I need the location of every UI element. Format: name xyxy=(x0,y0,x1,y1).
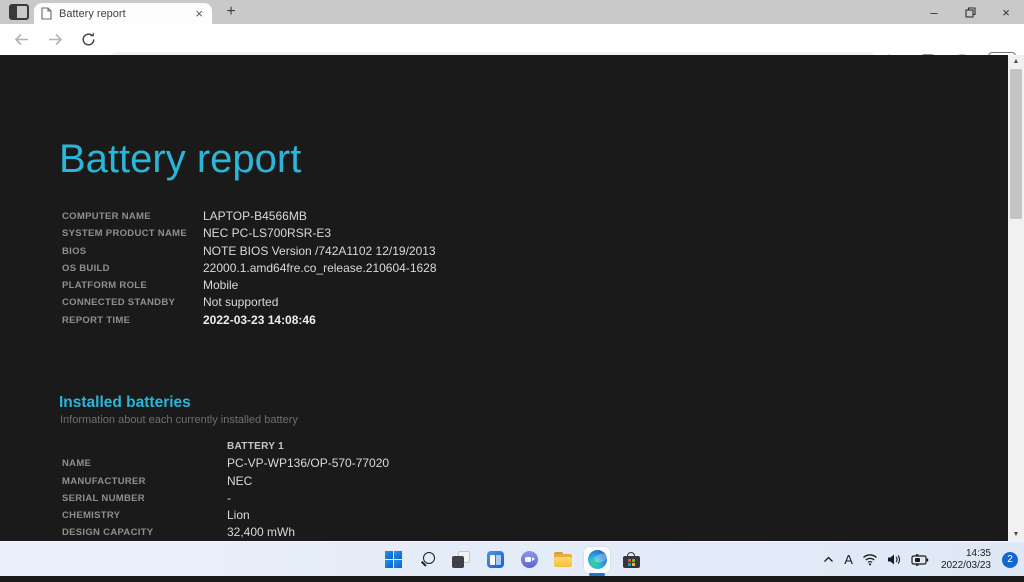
battery-value: - xyxy=(227,490,231,505)
scrollbar-thumb[interactable] xyxy=(1010,69,1022,219)
widgets-icon xyxy=(486,551,504,568)
installed-batteries-heading: Installed batteries xyxy=(59,394,191,411)
installed-batteries-subtitle: Information about each currently install… xyxy=(60,414,298,426)
file-explorer-icon xyxy=(554,552,572,567)
battery-value: NEC xyxy=(227,473,253,488)
tab-close-icon[interactable]: × xyxy=(193,6,205,21)
scroll-down-icon[interactable]: ▼ xyxy=(1008,531,1024,538)
browser-titlebar: Battery report × + – × xyxy=(0,0,1024,24)
start-button[interactable] xyxy=(380,547,406,573)
minimize-button[interactable]: – xyxy=(916,0,952,24)
file-explorer-button[interactable] xyxy=(550,547,576,573)
battery-value: 32,400 mWh xyxy=(227,525,296,540)
close-button[interactable]: × xyxy=(988,0,1024,24)
battery-report-page: Battery report COMPUTER NAME LAPTOP-B456… xyxy=(0,55,1008,580)
wifi-icon[interactable] xyxy=(862,553,878,566)
battery-label xyxy=(62,438,227,455)
ime-mode-indicator[interactable]: A xyxy=(844,552,853,567)
page-icon xyxy=(41,7,52,20)
notification-count-badge[interactable]: 2 xyxy=(1002,551,1018,568)
edge-icon xyxy=(587,550,607,569)
chat-button[interactable] xyxy=(516,547,542,573)
clock-time: 14:35 xyxy=(965,548,991,559)
back-icon[interactable] xyxy=(13,31,30,48)
info-value: LAPTOP-B4566MB xyxy=(203,209,307,223)
forward-icon[interactable] xyxy=(47,31,64,48)
browser-tab[interactable]: Battery report × xyxy=(34,3,212,24)
battery-column-header: BATTERY 1 xyxy=(227,441,284,452)
info-label: REPORT TIME xyxy=(62,314,131,326)
widgets-button[interactable] xyxy=(482,547,508,573)
battery-label: CHEMISTRY xyxy=(62,510,121,522)
info-value: 2022-03-23 14:08:46 xyxy=(203,312,316,327)
taskbar-clock[interactable]: 14:35 2022/03/23 xyxy=(941,548,991,571)
info-label: BIOS xyxy=(62,245,87,257)
battery-label: SERIAL NUMBER xyxy=(62,492,145,504)
teams-chat-icon xyxy=(520,551,538,568)
restore-icon xyxy=(964,6,976,18)
info-value: 22000.1.amd64fre.co_release.210604-1628 xyxy=(203,260,437,275)
task-view-button[interactable] xyxy=(448,547,474,573)
info-label: PLATFORM ROLE xyxy=(62,280,147,292)
battery-label: NAME xyxy=(62,458,92,470)
page-title: Battery report xyxy=(59,137,302,181)
battery-value: Lion xyxy=(227,508,250,523)
search-button[interactable] xyxy=(414,547,440,573)
info-label: COMPUTER NAME xyxy=(62,211,151,222)
volume-icon[interactable] xyxy=(887,553,902,566)
windows-start-icon xyxy=(384,551,402,568)
scroll-up-icon[interactable]: ▲ xyxy=(1008,58,1024,65)
browser-toolbar: ファイル | C:/Users/User/Desktop/battery-rep… xyxy=(0,24,1024,75)
edge-button[interactable] xyxy=(584,546,610,573)
info-label: OS BUILD xyxy=(62,262,110,274)
battery-value: PC-VP-WP136/OP-570-77020 xyxy=(227,456,390,471)
refresh-icon[interactable] xyxy=(80,31,97,48)
taskbar-center xyxy=(380,542,644,577)
info-value: Mobile xyxy=(203,278,239,293)
tab-actions-menu-icon[interactable] xyxy=(9,4,29,20)
battery-label: DESIGN CAPACITY xyxy=(62,527,154,539)
tray-chevron-up-icon[interactable] xyxy=(822,554,835,565)
new-tab-button[interactable]: + xyxy=(221,2,241,22)
battery-label: MANUFACTURER xyxy=(62,475,146,487)
restore-button[interactable] xyxy=(952,0,988,24)
system-tray: A 14:35 2022/03/23 2 xyxy=(822,542,1018,577)
battery-charging-icon[interactable] xyxy=(911,553,929,566)
info-value: NEC PC-LS700RSR-E3 xyxy=(203,226,332,241)
info-label: CONNECTED STANDBY xyxy=(62,297,176,309)
taskbar: A 14:35 2022/03/23 2 xyxy=(0,541,1024,576)
system-info-table: COMPUTER NAME LAPTOP-B4566MB SYSTEM PROD… xyxy=(62,208,437,329)
vertical-scrollbar[interactable]: ▲ ▼ xyxy=(1008,55,1024,541)
microsoft-store-icon xyxy=(622,551,640,568)
task-view-icon xyxy=(452,551,470,568)
microsoft-store-button[interactable] xyxy=(618,547,644,573)
tab-title: Battery report xyxy=(59,7,126,20)
search-icon xyxy=(419,551,436,568)
info-value: NOTE BIOS Version /742A1102 12/19/2013 xyxy=(203,243,436,258)
window-controls: – × xyxy=(916,0,1024,24)
info-value: Not supported xyxy=(203,295,279,310)
clock-date: 2022/03/23 xyxy=(940,559,991,571)
info-label: SYSTEM PRODUCT NAME xyxy=(62,228,187,240)
